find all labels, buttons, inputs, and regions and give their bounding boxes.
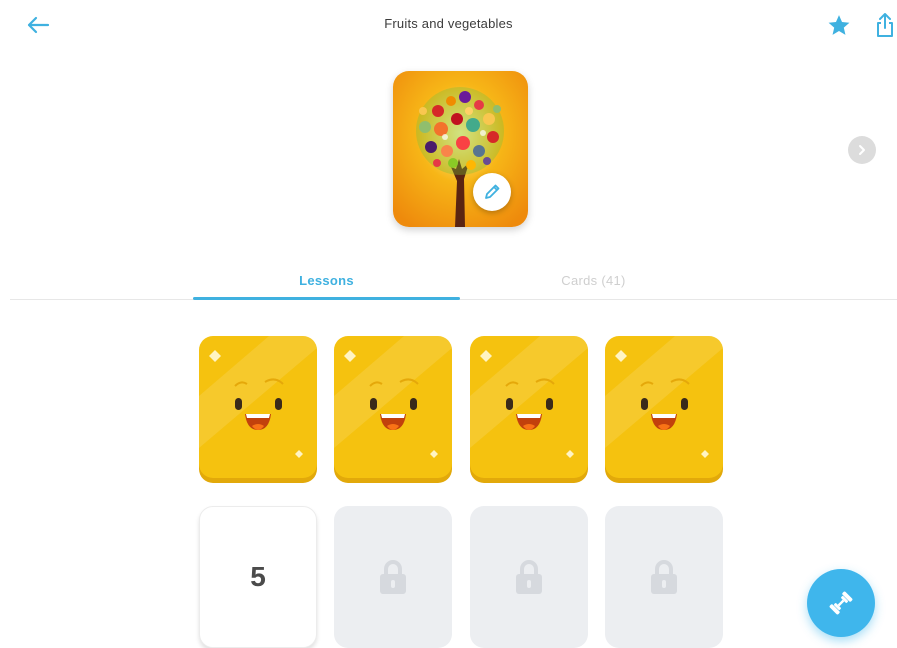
lesson-card-1[interactable] — [199, 336, 317, 478]
lesson-card-2[interactable] — [334, 336, 452, 478]
favorite-button[interactable] — [824, 11, 854, 39]
lesson-card-8-locked — [605, 506, 723, 648]
fruit-tree-image[interactable] — [393, 71, 528, 227]
dumbbell-icon — [829, 591, 853, 615]
star-icon — [828, 14, 850, 35]
lesson-card-7-locked — [470, 506, 588, 648]
smiley-card-icon — [334, 336, 452, 458]
page-title: Fruits and vegetables — [384, 16, 513, 31]
lock-icon — [651, 560, 677, 594]
edit-cover-button[interactable] — [473, 173, 511, 211]
lesson-card-5[interactable]: 5 — [199, 506, 317, 648]
lock-icon — [516, 560, 542, 594]
tab-lessons[interactable]: Lessons — [193, 273, 460, 288]
share-button[interactable] — [873, 10, 897, 40]
smiley-card-icon — [605, 336, 723, 458]
lesson-number: 5 — [250, 561, 266, 592]
tab-cards[interactable]: Cards (41) — [460, 273, 727, 288]
chevron-right-icon — [859, 145, 865, 155]
lesson-card-4[interactable] — [605, 336, 723, 478]
smiley-card-icon — [470, 336, 588, 458]
practice-button[interactable] — [807, 569, 875, 637]
lesson-card-6-locked — [334, 506, 452, 648]
share-icon — [877, 13, 893, 37]
next-course-button[interactable] — [848, 136, 876, 164]
pencil-icon — [485, 184, 500, 199]
lock-icon — [380, 560, 406, 594]
lesson-card-3[interactable] — [470, 336, 588, 478]
smiley-card-icon — [199, 336, 317, 458]
active-tab-indicator — [193, 297, 460, 300]
